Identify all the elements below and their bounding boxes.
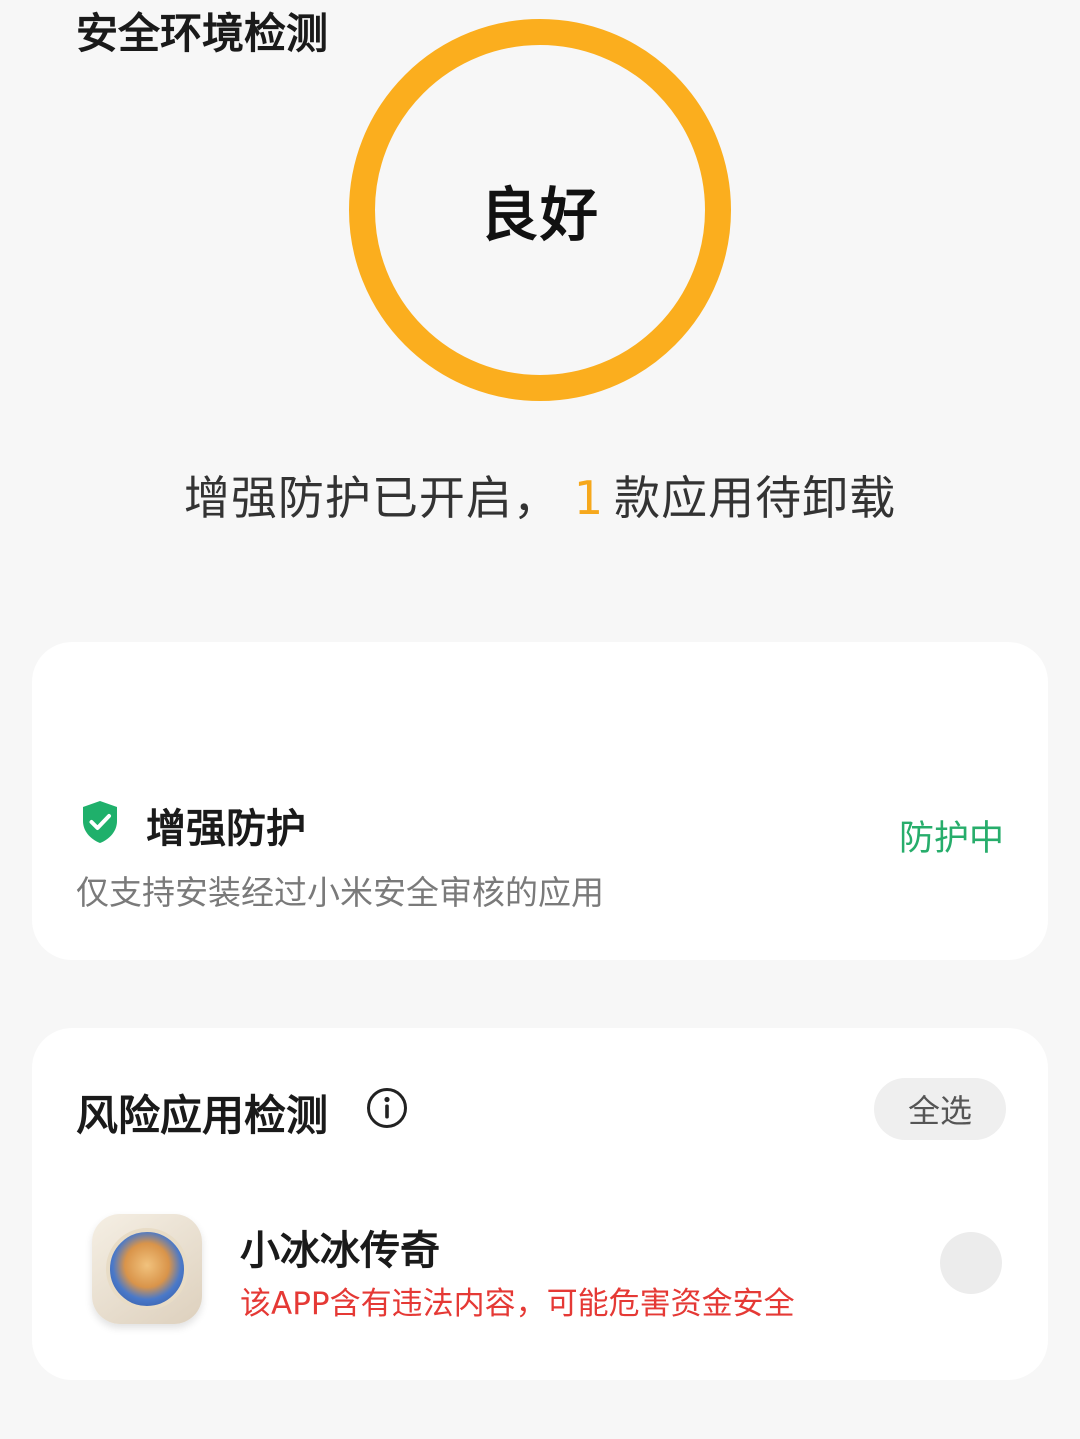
app-select-checkbox[interactable] xyxy=(940,1232,1002,1294)
protection-summary: 增强防护已开启， 1 款应用待卸载 xyxy=(0,462,1080,528)
info-icon[interactable] xyxy=(366,1087,408,1129)
security-score-ring: 良好 xyxy=(348,18,732,402)
enhanced-protection-description: 仅支持安装经过小米安全审核的应用 xyxy=(76,873,604,912)
shield-check-icon xyxy=(83,801,117,843)
pending-uninstall-count: 1 xyxy=(573,471,605,525)
app-risk-warning: 该APP含有违法内容，可能危害资金安全 xyxy=(240,1286,795,1322)
summary-suffix: 款应用待卸载 xyxy=(614,471,897,525)
score-label: 良好 xyxy=(479,181,600,249)
protection-status[interactable]: 防护中 xyxy=(899,810,1004,861)
summary-prefix: 增强防护已开启， xyxy=(183,471,560,525)
select-all-button[interactable]: 全选 xyxy=(874,1078,1006,1140)
risk-app-detection-title: 风险应用检测 xyxy=(76,1091,329,1140)
app-icon xyxy=(92,1214,202,1324)
security-environment-title: 安全环境检测 xyxy=(76,9,329,58)
app-name: 小冰冰传奇 xyxy=(240,1228,440,1274)
enhanced-protection-title: 增强防护 xyxy=(146,806,306,852)
app-icon-emblem xyxy=(106,1228,188,1310)
